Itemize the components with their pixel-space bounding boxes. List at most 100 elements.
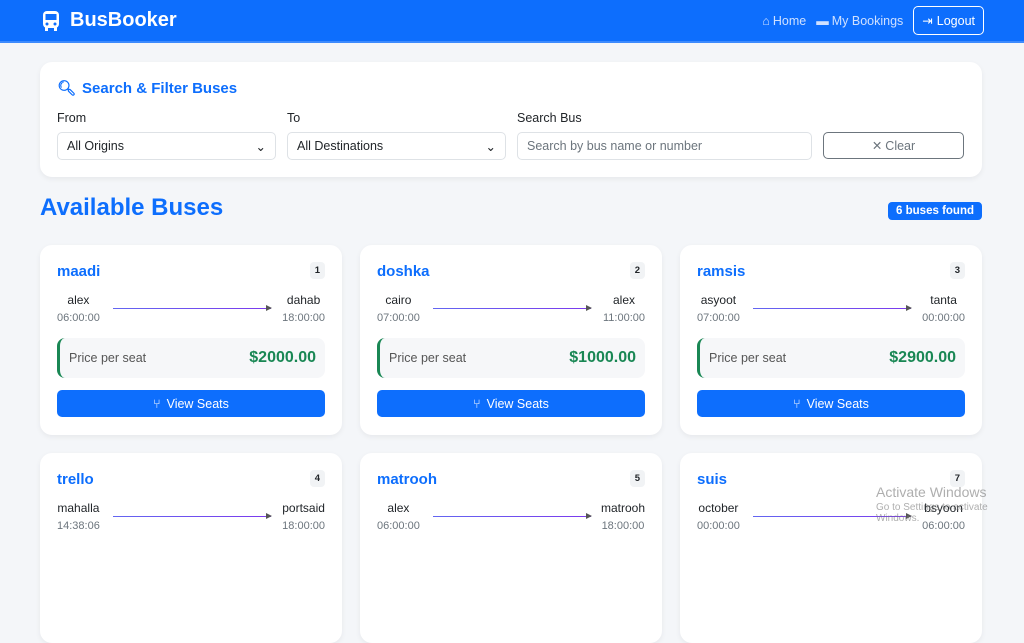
from-value: All Origins (67, 139, 124, 153)
search-label: Search Bus (517, 111, 582, 125)
departure-time: 07:00:00 (697, 312, 740, 324)
filter-card: 🔍︎ Search & Filter Buses From To Search B… (40, 62, 982, 177)
bus-card: trello 4 mahalla 14:38:06 portsaid 18:00:0… (40, 453, 342, 643)
bus-name: trello (57, 471, 94, 488)
clear-label: Clear (885, 138, 916, 153)
bus-card: maadi 1 alex 06:00:00 dahab 18:00:00 Price … (40, 245, 342, 435)
chair-icon: ⑂ (153, 396, 161, 411)
nav-my-bookings[interactable]: ▬ My Bookings (816, 14, 903, 28)
destination-city: tanta (930, 293, 957, 307)
from-label: From (57, 111, 87, 125)
close-icon: ✕ (871, 139, 883, 153)
departure-time: 00:00:00 (697, 520, 740, 532)
destination: dahab 18:00:00 (282, 293, 325, 324)
bus-card: suis 7 october 00:00:00 bsyoon 06:00:00 (680, 453, 982, 643)
bus-number: 1 (309, 262, 325, 279)
origin-city: alex (387, 501, 410, 515)
destination: alex 11:00:00 (603, 293, 645, 324)
origin: asyoot 07:00:00 (697, 293, 740, 324)
origin-city: asyoot (700, 293, 737, 307)
bus-name: matrooh (377, 471, 437, 488)
filter-title: 🔍︎ Search & Filter Buses (57, 79, 965, 98)
route-arrow (753, 305, 912, 311)
price-label: Price per seat (69, 351, 147, 365)
origin-city: cairo (385, 293, 412, 307)
view-seats-button[interactable]: ⑂ View Seats (377, 390, 645, 417)
destination-city: alex (612, 293, 635, 307)
route-arrow (433, 305, 592, 311)
bus-name: ramsis (697, 263, 746, 280)
to-select[interactable]: All Destinations ⌄ (287, 132, 506, 160)
origin-city: alex (67, 293, 90, 307)
route-arrow (113, 513, 272, 519)
route-arrow (433, 513, 592, 519)
origin: alex 06:00:00 (377, 501, 420, 532)
bus-name: suis (697, 471, 728, 488)
destination-city: portsaid (282, 501, 325, 515)
logout-icon: ⇥ (922, 14, 933, 28)
view-seats-label: View Seats (166, 396, 229, 411)
search-placeholder: Search by bus name or number (527, 139, 703, 153)
destination-city: matrooh (600, 501, 645, 515)
destination: matrooh 18:00:00 (601, 501, 645, 532)
filter-title-text: Search & Filter Buses (82, 79, 238, 97)
to-value: All Destinations (297, 139, 384, 153)
watermark-line2: Go to Settings to activate Windows. (876, 502, 988, 524)
bus-card: matrooh 5 alex 06:00:00 matrooh 18:00:00 (360, 453, 662, 643)
view-seats-label: View Seats (806, 396, 869, 411)
chair-icon: ⑂ (793, 396, 801, 411)
view-seats-label: View Seats (486, 396, 549, 411)
bus-number: 3 (949, 262, 965, 279)
destination-city: dahab (286, 293, 321, 307)
search-input[interactable]: Search by bus name or number (517, 132, 812, 160)
nav-bookings-label: My Bookings (831, 13, 904, 28)
destination: tanta 00:00:00 (922, 293, 965, 324)
price-value: $1000.00 (569, 349, 636, 366)
bus-number: 4 (309, 470, 325, 487)
origin-city: october (698, 501, 739, 515)
price-box: Price per seat $2000.00 (57, 338, 325, 378)
watermark-line1: Activate Windows (876, 484, 987, 500)
view-seats-button[interactable]: ⑂ View Seats (57, 390, 325, 417)
price-box: Price per seat $2900.00 (697, 338, 965, 378)
arrival-time: 18:00:00 (282, 312, 325, 324)
home-icon: ⌂ (762, 13, 770, 28)
brand-name: BusBooker (70, 9, 177, 31)
nav-home[interactable]: ⌂ Home (762, 14, 806, 28)
results-count-badge: 6 buses found (888, 202, 982, 220)
price-label: Price per seat (389, 351, 467, 365)
departure-time: 07:00:00 (377, 312, 420, 324)
price-label: Price per seat (709, 351, 787, 365)
route-arrow (113, 305, 272, 311)
bus-number: 2 (629, 262, 645, 279)
to-label: To (287, 111, 301, 125)
brand[interactable]: BusBooker (40, 9, 177, 32)
navbar: BusBooker ⌂ Home ▬ My Bookings ⇥ Logout (0, 0, 1024, 43)
bus-number: 5 (629, 470, 645, 487)
nav-home-label: Home (772, 13, 807, 28)
logout-label: Logout (936, 13, 975, 28)
search-icon: 🔍︎ (57, 80, 77, 97)
origin: cairo 07:00:00 (377, 293, 420, 324)
logout-button[interactable]: ⇥ Logout (913, 6, 984, 35)
bus-card: ramsis 3 asyoot 07:00:00 tanta 00:00:00 Pri… (680, 245, 982, 435)
arrival-time: 18:00:00 (601, 520, 645, 532)
view-seats-button[interactable]: ⑂ View Seats (697, 390, 965, 417)
chevron-down-icon: ⌄ (485, 139, 496, 154)
page-title: Available Buses (40, 194, 224, 221)
bus-name: doshka (377, 263, 430, 280)
origin: mahalla 14:38:06 (57, 501, 100, 532)
from-select[interactable]: All Origins ⌄ (57, 132, 276, 160)
clear-button[interactable]: ✕ Clear (823, 132, 964, 159)
price-value: $2000.00 (249, 349, 316, 366)
departure-time: 06:00:00 (377, 520, 420, 532)
chevron-down-icon: ⌄ (255, 139, 266, 154)
arrival-time: 00:00:00 (922, 312, 965, 324)
origin-city: mahalla (57, 501, 100, 515)
destination: portsaid 18:00:00 (282, 501, 325, 532)
origin: october 00:00:00 (697, 501, 740, 532)
bus-card: doshka 2 cairo 07:00:00 alex 11:00:00 Price… (360, 245, 662, 435)
windows-watermark: Activate Windows Go to Settings to activa… (876, 484, 1024, 524)
departure-time: 06:00:00 (57, 312, 100, 324)
chair-icon: ⑂ (473, 396, 481, 411)
